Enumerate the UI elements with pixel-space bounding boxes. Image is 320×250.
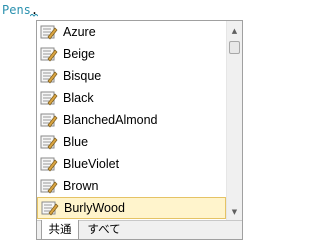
list-item-label: BlanchedAlmond: [63, 113, 158, 127]
list-item[interactable]: Azure: [37, 21, 226, 43]
list-item[interactable]: Bisque: [37, 65, 226, 87]
list-item-label: Beige: [63, 47, 95, 61]
list-item-label: Blue: [63, 135, 89, 149]
property-icon: [40, 25, 58, 40]
property-icon: [40, 47, 58, 62]
squiggle-marker: [30, 14, 38, 17]
list-item-label: BurlyWood: [64, 201, 125, 215]
tab-all[interactable]: すべて: [83, 220, 125, 240]
intellisense-popup: Azure Beige Bisque Black BlanchedAlmond …: [36, 20, 243, 240]
vertical-scrollbar[interactable]: ▲ ▼: [226, 21, 242, 220]
tab-common[interactable]: 共通: [41, 220, 79, 240]
property-icon: [41, 201, 59, 216]
list-item[interactable]: BlanchedAlmond: [37, 109, 226, 131]
filter-tabs: 共通 すべて: [37, 220, 242, 240]
property-icon: [40, 135, 58, 150]
property-icon: [40, 91, 58, 106]
scroll-up-arrow-icon[interactable]: ▲: [227, 23, 242, 39]
list-item[interactable]: Beige: [37, 43, 226, 65]
code-identifier: Pens: [2, 3, 31, 17]
property-icon: [40, 157, 58, 172]
list-item-label: BlueViolet: [63, 157, 120, 171]
property-icon: [40, 113, 58, 128]
property-icon: [40, 179, 58, 194]
scroll-down-arrow-icon[interactable]: ▼: [227, 204, 242, 220]
property-icon: [40, 69, 58, 84]
list-item-label: Azure: [63, 25, 96, 39]
list-item-selected[interactable]: BurlyWood: [37, 197, 226, 219]
list-item[interactable]: Blue: [37, 131, 226, 153]
list-item-label: Bisque: [63, 69, 102, 83]
scroll-thumb[interactable]: [229, 41, 240, 54]
list-item[interactable]: Black: [37, 87, 226, 109]
completion-list[interactable]: Azure Beige Bisque Black BlanchedAlmond …: [37, 21, 226, 220]
list-item-label: Black: [63, 91, 94, 105]
list-item[interactable]: Brown: [37, 175, 226, 197]
list-item[interactable]: BlueViolet: [37, 153, 226, 175]
list-item-label: Brown: [63, 179, 99, 193]
